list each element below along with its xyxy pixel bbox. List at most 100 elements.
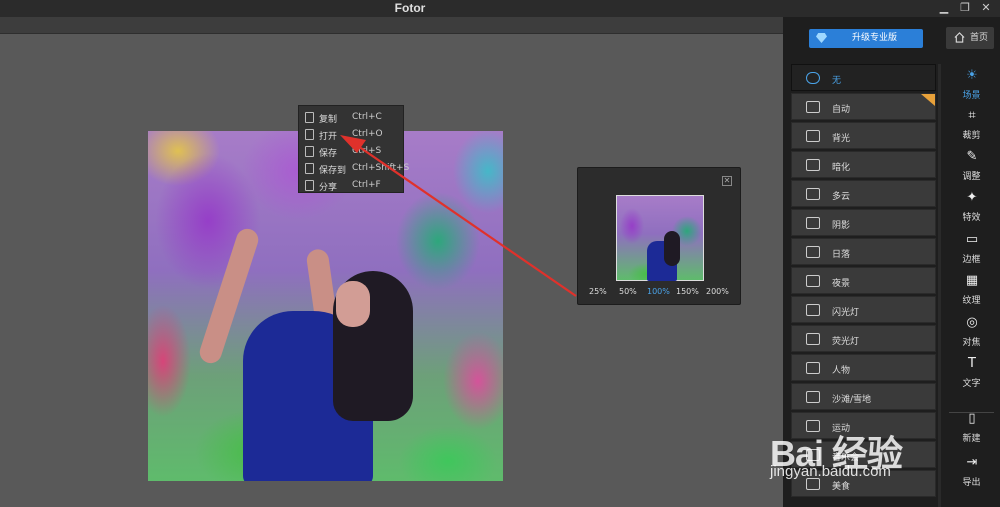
menu-item-shortcut: Ctrl+S — [352, 146, 382, 156]
zoom-option-150[interactable]: 150% — [676, 287, 699, 296]
scene-item-flash[interactable]: 闪光灯 — [791, 296, 936, 323]
tool-label: 边框 — [962, 255, 981, 265]
scene-item-cloudy[interactable]: 多云 — [791, 180, 936, 207]
flash-icon — [806, 304, 820, 316]
scene-label: 自动 — [832, 105, 851, 115]
none-icon — [806, 72, 820, 84]
diamond-icon — [816, 33, 827, 43]
tool-label: 纹理 — [962, 296, 981, 306]
scene-label: 人物 — [832, 366, 851, 376]
tool-effects[interactable]: ✦ 特效 — [943, 188, 1000, 228]
tool-label: 对焦 — [962, 338, 981, 348]
fotor-app: Fotor ▁ ❐ ✕ 复制 Ctrl+C 打开 Ctrl+O 保存 Ctrl+… — [0, 0, 1000, 507]
watermark-url: jingyan.baidu.com — [770, 463, 891, 480]
tool-label: 文字 — [962, 379, 981, 389]
scene-icon: ☀ — [966, 68, 978, 83]
scene-label: 闪光灯 — [832, 308, 860, 318]
scene-item-night[interactable]: 夜景 — [791, 267, 936, 294]
scene-label: 无 — [832, 76, 842, 86]
focus-icon: ◎ — [966, 315, 978, 330]
scene-item-backlight[interactable]: 背光 — [791, 122, 936, 149]
copy-icon — [305, 112, 314, 123]
scene-item-auto[interactable]: 自动 — [791, 93, 936, 120]
cloud-icon — [806, 188, 820, 200]
tool-crop[interactable]: ⌗ 裁剪 — [943, 106, 1000, 146]
close-button[interactable]: ✕ — [978, 1, 994, 14]
zoom-option-50[interactable]: 50% — [619, 287, 637, 296]
zoom-options: 25% 50% 100% 150% 200% — [578, 287, 742, 299]
menu-item-label: 复制 — [319, 115, 338, 125]
title-bar: Fotor ▁ ❐ ✕ — [0, 0, 1000, 17]
scene-label: 日落 — [832, 250, 851, 260]
new-file-icon: ▯ — [968, 411, 976, 426]
menu-item-shortcut: Ctrl+Shift+S — [352, 163, 410, 173]
scene-item-shade[interactable]: 阴影 — [791, 209, 936, 236]
darken-icon — [806, 159, 820, 171]
tool-label: 场景 — [962, 91, 981, 101]
scene-item-fluorescent[interactable]: 荧光灯 — [791, 325, 936, 352]
frame-icon: ▭ — [965, 232, 979, 247]
minimize-button[interactable]: ▁ — [936, 1, 952, 14]
menu-item-save[interactable]: 保存 Ctrl+S — [299, 143, 403, 160]
restore-button[interactable]: ❐ — [957, 1, 973, 14]
baidu-watermark: Bai 经验 jingyan.baidu.com — [770, 425, 1000, 507]
shade-icon — [806, 217, 820, 229]
toolbar-strip — [0, 17, 783, 34]
upgrade-button[interactable]: 升级专业版 — [809, 29, 923, 48]
context-menu: 复制 Ctrl+C 打开 Ctrl+O 保存 Ctrl+S 保存到 Ctrl+S… — [298, 105, 409, 194]
navigator-panel: ✕ 25% 50% 100% 150% 200% — [577, 167, 741, 305]
scene-item-portrait[interactable]: 人物 — [791, 354, 936, 381]
app-title: Fotor — [394, 1, 426, 15]
scene-label: 暗化 — [832, 163, 851, 173]
save-icon — [305, 146, 314, 157]
menu-item-shortcut: Ctrl+F — [352, 180, 381, 190]
menu-item-share[interactable]: 分享 Ctrl+F — [299, 177, 403, 194]
sparkle-icon: ✦ — [966, 190, 978, 205]
tool-label: 裁剪 — [962, 131, 981, 141]
scene-label: 沙滩/雪地 — [832, 395, 872, 405]
backlight-icon — [806, 130, 820, 142]
scene-item-beach[interactable]: 沙滩/雪地 — [791, 383, 936, 410]
fluorescent-icon — [806, 333, 820, 345]
menu-item-label: 打开 — [319, 132, 338, 142]
pen-icon: ✎ — [966, 149, 978, 164]
scene-label: 夜景 — [832, 279, 851, 289]
portrait-icon — [806, 362, 820, 374]
menu-item-open[interactable]: 打开 Ctrl+O — [299, 126, 403, 143]
menu-item-save-to[interactable]: 保存到 Ctrl+Shift+S — [299, 160, 409, 177]
navigator-thumbnail[interactable] — [616, 195, 704, 281]
photo-figure-face — [336, 281, 370, 327]
tool-focus[interactable]: ◎ 对焦 — [943, 313, 1000, 353]
tool-text[interactable]: T 文字 — [943, 354, 1000, 394]
tool-frame[interactable]: ▭ 边框 — [943, 230, 1000, 270]
scene-item-sunset[interactable]: 日落 — [791, 238, 936, 265]
scene-item-darken[interactable]: 暗化 — [791, 151, 936, 178]
navigator-close-button[interactable]: ✕ — [722, 176, 732, 186]
save-to-icon — [305, 163, 314, 174]
scene-label: 荧光灯 — [832, 337, 860, 347]
zoom-option-200[interactable]: 200% — [706, 287, 729, 296]
tool-scene[interactable]: ☀ 场景 — [943, 66, 1000, 106]
tool-texture[interactable]: ▦ 纹理 — [943, 271, 1000, 311]
open-icon — [305, 129, 314, 140]
sunset-icon — [806, 246, 820, 258]
scene-label: 多云 — [832, 192, 851, 202]
camera-icon — [806, 101, 820, 113]
menu-item-copy[interactable]: 复制 Ctrl+C — [299, 109, 403, 126]
text-icon: T — [968, 356, 976, 371]
beach-icon — [806, 391, 820, 403]
zoom-option-100[interactable]: 100% — [647, 287, 670, 296]
scene-label: 背光 — [832, 134, 851, 144]
tool-label: 调整 — [962, 172, 981, 182]
tool-label: 特效 — [962, 213, 981, 223]
tool-adjust[interactable]: ✎ 调整 — [943, 147, 1000, 187]
menu-item-label: 分享 — [319, 183, 338, 193]
zoom-option-25[interactable]: 25% — [589, 287, 607, 296]
night-icon — [806, 275, 820, 287]
menu-item-shortcut: Ctrl+O — [352, 129, 383, 139]
menu-item-label: 保存 — [319, 149, 338, 159]
texture-icon: ▦ — [965, 273, 979, 288]
home-button[interactable]: 首页 — [946, 27, 994, 49]
scene-item-none[interactable]: 无 — [791, 64, 936, 91]
home-icon — [954, 32, 965, 43]
